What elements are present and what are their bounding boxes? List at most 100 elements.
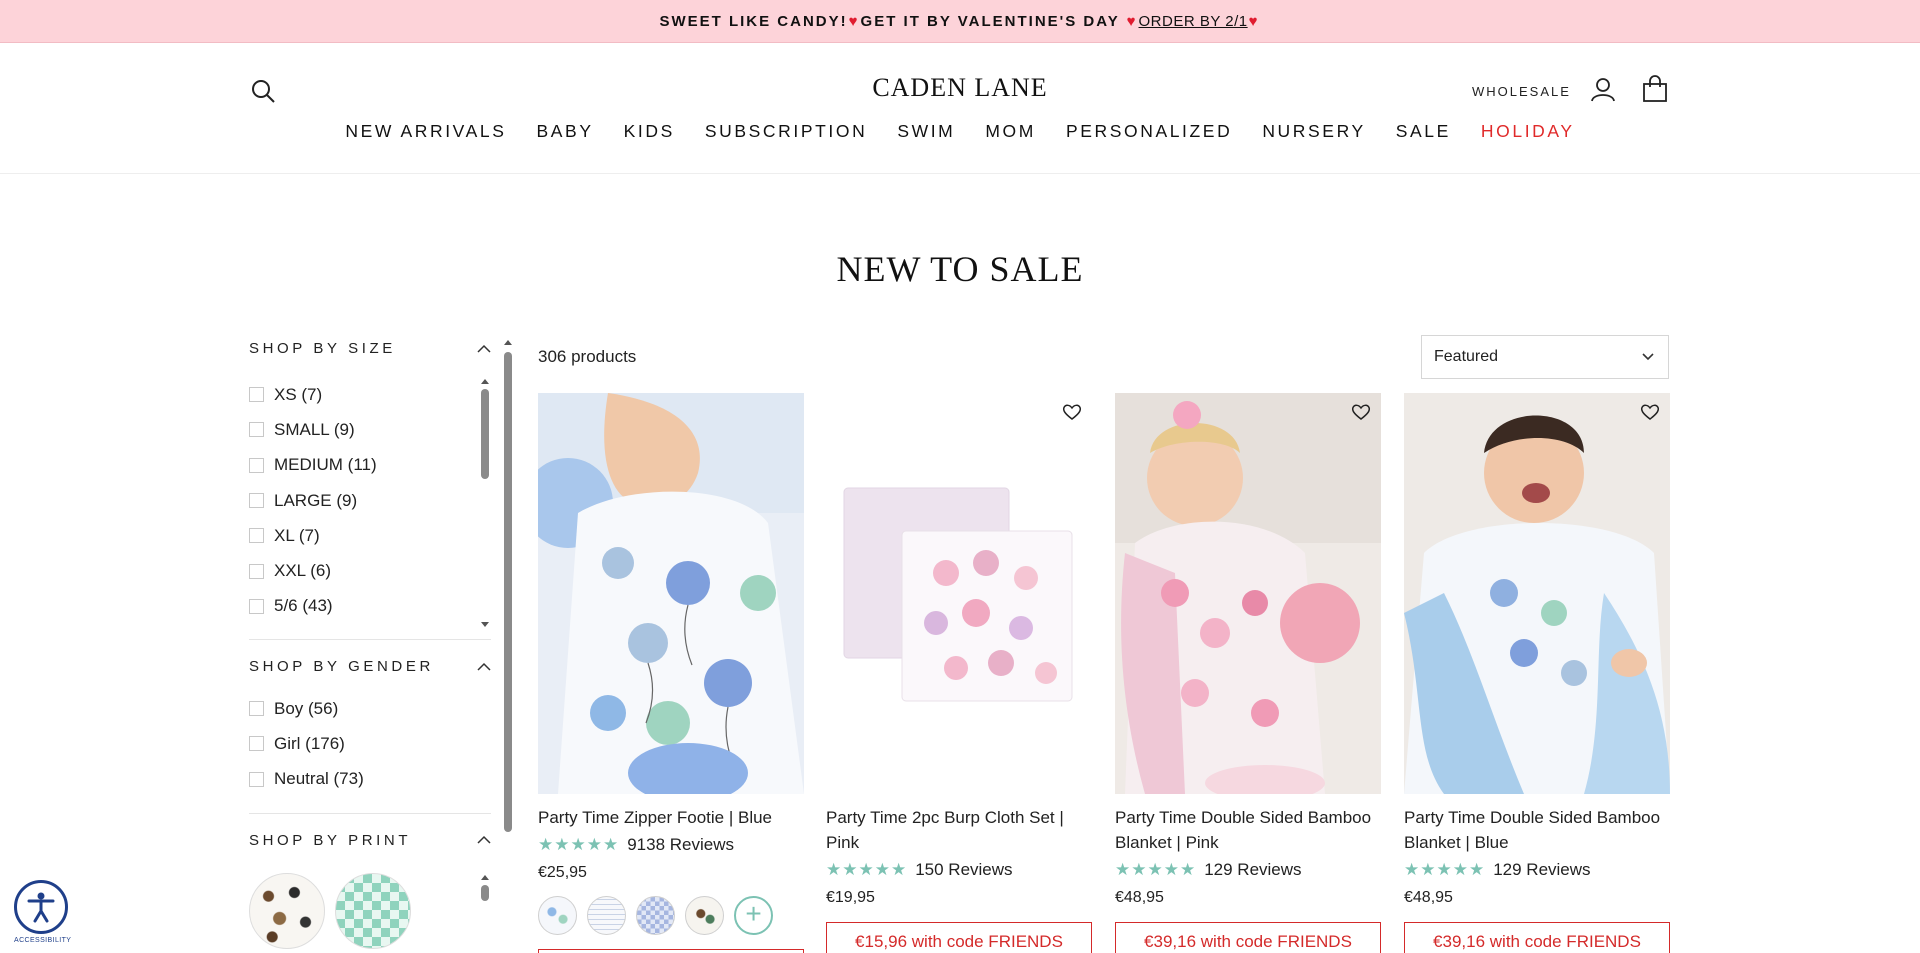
product-card: Party Time Double Sided Bamboo Blanket |… — [1404, 393, 1670, 953]
cart-button[interactable] — [1642, 75, 1670, 105]
filter-option[interactable]: Boy (56) — [249, 691, 491, 726]
filter-option-label: LARGE (9) — [274, 490, 358, 510]
announcement-bar: SWEET LIKE CANDY!♥GET IT BY VALENTINE'S … — [0, 0, 1920, 43]
filter-print-header[interactable]: SHOP BY PRINT — [249, 832, 491, 849]
color-swatch[interactable] — [636, 896, 675, 935]
filter-option[interactable]: Neutral (73) — [249, 762, 491, 797]
bag-icon — [1643, 75, 1667, 102]
product-photo — [1404, 393, 1670, 794]
nav-item-baby[interactable]: BABY — [537, 121, 594, 142]
nav-item-sale[interactable]: SALE — [1396, 121, 1451, 142]
filter-checkbox[interactable] — [249, 563, 264, 579]
product-name[interactable]: Party Time Zipper Footie | Blue — [538, 805, 804, 830]
product-image[interactable] — [1404, 393, 1670, 794]
nav-item-swim[interactable]: SWIM — [897, 121, 955, 142]
nav-item-personalized[interactable]: PERSONALIZED — [1066, 121, 1232, 142]
review-count: 150 Reviews — [915, 860, 1013, 879]
color-swatch[interactable] — [685, 896, 724, 935]
scroll-up-icon[interactable] — [481, 379, 489, 384]
product-rating[interactable]: ★★★★★ 129 Reviews — [1115, 859, 1381, 881]
order-by-link[interactable]: ORDER BY 2/1 — [1139, 13, 1248, 30]
wholesale-link[interactable]: WHOLESALE — [1472, 84, 1571, 99]
accessibility-button[interactable]: ACCESSIBILITY — [14, 880, 71, 950]
user-icon — [1591, 78, 1615, 102]
promo-code-button[interactable]: €39,16 with code FRIENDS — [1115, 922, 1381, 953]
promo-code-button[interactable] — [538, 949, 804, 953]
product-rating[interactable]: ★★★★★ 9138 Reviews — [538, 834, 804, 856]
filter-checkbox[interactable] — [249, 422, 264, 438]
product-image[interactable] — [826, 393, 1092, 794]
site-header: CADEN LANE WHOLESALE NEW ARRIVALS BABY KID… — [0, 43, 1920, 174]
sort-select[interactable]: Featured — [1421, 335, 1669, 379]
heart-icon[interactable] — [1351, 403, 1371, 421]
heart-icon: ♥ — [1126, 12, 1138, 30]
color-swatch-list: + — [538, 896, 804, 935]
site-logo[interactable]: CADEN LANE — [0, 73, 1920, 103]
sidebar-scrollbar[interactable] — [503, 340, 513, 953]
heart-icon[interactable] — [1640, 403, 1660, 421]
product-name[interactable]: Party Time 2pc Burp Cloth Set | Pink — [826, 805, 1092, 855]
promo-code-button[interactable]: €15,96 with code FRIENDS — [826, 922, 1092, 953]
scroll-up-icon[interactable] — [504, 340, 512, 345]
filter-option[interactable]: XS (7) — [249, 377, 491, 412]
scroll-down-icon[interactable] — [481, 622, 489, 627]
product-rating[interactable]: ★★★★★ 129 Reviews — [1404, 859, 1670, 881]
print-swatch-animals[interactable] — [249, 872, 325, 949]
filter-checkbox[interactable] — [249, 493, 264, 509]
product-name[interactable]: Party Time Double Sided Bamboo Blanket |… — [1115, 805, 1381, 855]
product-image[interactable] — [1115, 393, 1381, 794]
filter-option[interactable]: 5/6 (43) — [249, 589, 491, 624]
nav-item-mom[interactable]: MOM — [985, 121, 1036, 142]
nav-item-kids[interactable]: KIDS — [624, 121, 675, 142]
filter-checkbox[interactable] — [249, 387, 264, 403]
filter-option[interactable]: SMALL (9) — [249, 412, 491, 447]
filter-option[interactable]: MEDIUM (11) — [249, 448, 491, 483]
product-image[interactable] — [538, 393, 804, 794]
filter-option-label: Girl (176) — [274, 733, 345, 753]
more-colors-button[interactable]: + — [734, 896, 773, 935]
filter-option[interactable]: LARGE (9) — [249, 483, 491, 518]
print-swatch-mint-check[interactable] — [335, 872, 411, 949]
product-rating[interactable]: ★★★★★ 150 Reviews — [826, 859, 1092, 881]
filter-option[interactable]: Girl (176) — [249, 726, 491, 761]
filter-checkbox[interactable] — [249, 457, 264, 473]
promo-code-button[interactable]: €39,16 with code FRIENDS — [1404, 922, 1670, 953]
filter-gender-header[interactable]: SHOP BY GENDER — [249, 658, 491, 675]
filter-option-label: SMALL (9) — [274, 419, 355, 439]
filter-checkbox[interactable] — [249, 701, 264, 717]
filter-option[interactable]: XXL (6) — [249, 553, 491, 588]
nav-item-holiday[interactable]: HOLIDAY — [1481, 121, 1575, 142]
print-list-scrollbar[interactable] — [479, 873, 491, 953]
filter-option[interactable]: XL (7) — [249, 518, 491, 553]
nav-item-nursery[interactable]: NURSERY — [1262, 121, 1365, 142]
filter-checkbox[interactable] — [249, 771, 264, 787]
filter-option-label: XS (7) — [274, 384, 323, 404]
color-swatch[interactable] — [587, 896, 626, 935]
account-button[interactable] — [1590, 77, 1618, 105]
star-rating-icon: ★★★★★ — [538, 835, 620, 854]
filter-option-label: Boy (56) — [274, 698, 339, 718]
product-count: 306 products — [538, 347, 637, 366]
product-photo — [538, 393, 804, 794]
product-name[interactable]: Party Time Double Sided Bamboo Blanket |… — [1404, 805, 1670, 855]
heart-icon[interactable] — [1062, 403, 1082, 421]
scroll-up-icon[interactable] — [481, 874, 489, 880]
star-rating-icon: ★★★★★ — [826, 860, 908, 879]
filter-option-label: XL (7) — [274, 525, 320, 545]
filter-size-header[interactable]: SHOP BY SIZE — [249, 340, 491, 357]
filter-checkbox[interactable] — [249, 736, 264, 752]
size-list-scrollbar[interactable] — [479, 377, 491, 629]
scrollbar-thumb[interactable] — [481, 389, 489, 479]
filter-option[interactable]: 7/8 (30) — [249, 624, 491, 629]
scrollbar-thumb[interactable] — [504, 352, 512, 832]
filter-checkbox[interactable] — [249, 598, 264, 614]
nav-item-subscription[interactable]: SUBSCRIPTION — [705, 121, 867, 142]
color-swatch[interactable] — [538, 896, 577, 935]
product-price: €25,95 — [538, 864, 587, 881]
scrollbar-thumb[interactable] — [481, 884, 489, 901]
filter-checkbox[interactable] — [249, 528, 264, 544]
review-count: 9138 Reviews — [627, 835, 734, 854]
product-price: €19,95 — [826, 889, 875, 906]
size-filter-list: XS (7) SMALL (9) MEDIUM (11) LARGE (9) XL (7… — [249, 377, 491, 629]
nav-item-new-arrivals[interactable]: NEW ARRIVALS — [345, 121, 506, 142]
